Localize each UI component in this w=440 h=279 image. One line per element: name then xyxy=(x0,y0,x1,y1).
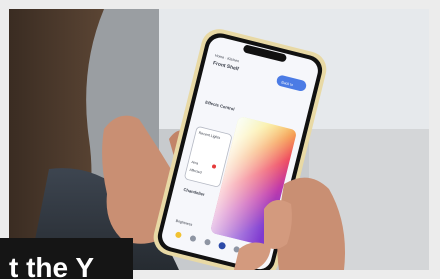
photo: Home · Kitchen Front Shelf Back to Effec… xyxy=(9,9,429,270)
caption-banner: t the Y xyxy=(0,238,133,279)
caption-text: t the Y xyxy=(9,252,95,279)
photo-scene: Home · Kitchen Front Shelf Back to Effec… xyxy=(9,9,429,270)
screenshot-frame: Home · Kitchen Front Shelf Back to Effec… xyxy=(0,0,440,279)
